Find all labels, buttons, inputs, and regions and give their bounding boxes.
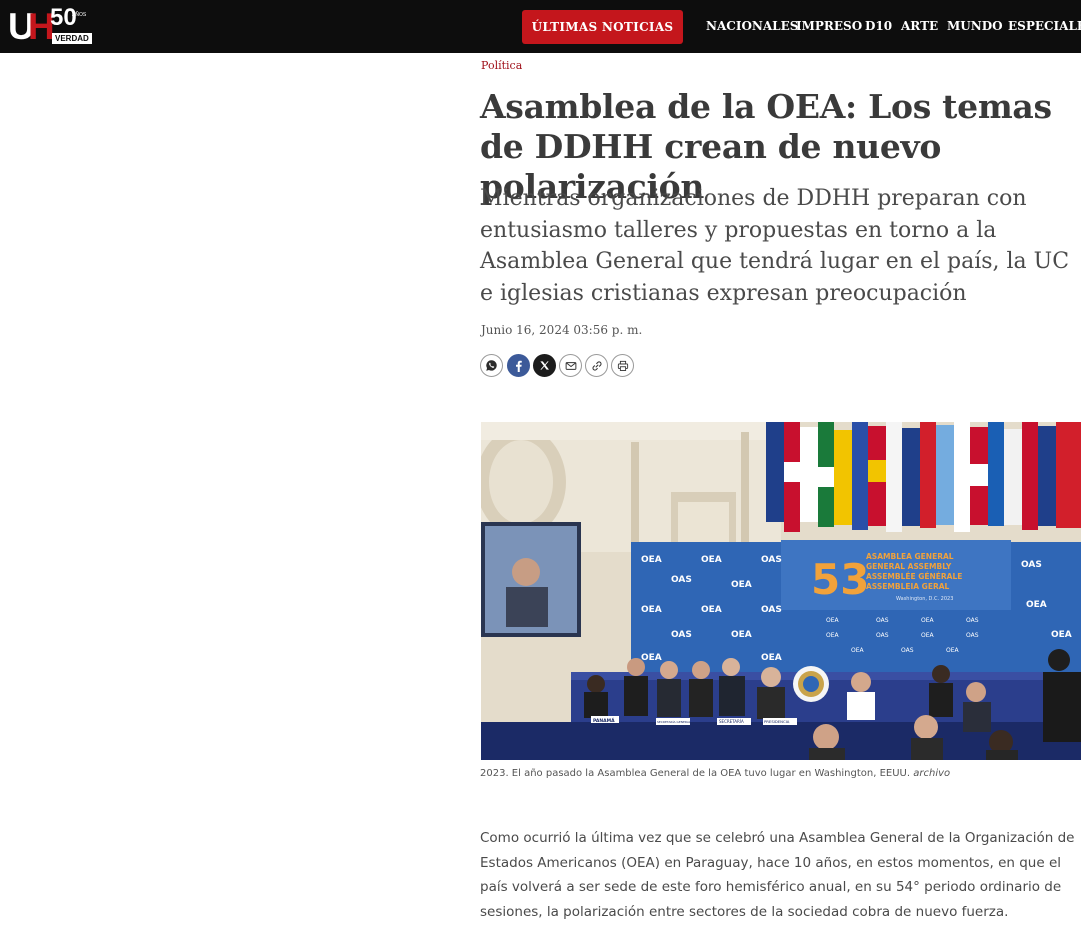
svg-text:OEA: OEA (641, 555, 662, 565)
svg-text:OAS: OAS (1021, 560, 1042, 570)
svg-text:OAS: OAS (966, 632, 979, 639)
svg-text:OEA: OEA (826, 617, 840, 624)
link-icon (592, 360, 601, 371)
logo-anniversary-number: 50 (50, 4, 77, 31)
svg-text:OEA: OEA (921, 617, 935, 624)
svg-text:OAS: OAS (761, 605, 782, 615)
article-subtitle: Mientras organizaciones de DDHH preparan… (480, 186, 1070, 306)
flags-row (766, 422, 1081, 532)
x-share-button[interactable] (533, 354, 556, 377)
assembly-photo-illustration: 53 ASAMBLEA GENERAL GENERAL ASSEMBLY ASS… (481, 422, 1081, 760)
svg-text:OEA: OEA (1051, 630, 1072, 640)
assembly-number: 53 (811, 555, 869, 604)
banner-line-1: ASAMBLEA GENERAL (866, 552, 954, 561)
svg-text:OEA: OEA (731, 580, 752, 590)
nav-item-mundo[interactable]: MUNDO (947, 18, 1003, 34)
svg-text:OAS: OAS (671, 575, 692, 585)
svg-text:OEA: OEA (826, 632, 840, 639)
svg-text:OEA: OEA (851, 647, 865, 654)
print-icon (617, 360, 628, 371)
whatsapp-icon (486, 360, 497, 371)
svg-text:OAS: OAS (966, 617, 979, 624)
svg-text:OEA: OEA (641, 605, 662, 615)
svg-text:OEA: OEA (1026, 600, 1047, 610)
article-photo[interactable]: 53 ASAMBLEA GENERAL GENERAL ASSEMBLY ASS… (481, 422, 1081, 760)
print-button[interactable] (611, 354, 634, 377)
whatsapp-share-button[interactable] (480, 354, 503, 377)
x-icon (540, 361, 549, 370)
nav-item-nacionales[interactable]: NACIONALES (706, 18, 798, 34)
nav-item-impreso[interactable]: IMPRESO (796, 18, 862, 34)
latest-news-button[interactable]: ÚLTIMAS NOTICIAS (522, 10, 683, 44)
article-category-link[interactable]: Política (481, 59, 522, 72)
article-body-paragraph: Como ocurrió la última vez que se celebr… (480, 830, 1075, 920)
svg-text:OEA: OEA (701, 605, 722, 615)
nav-item-d10[interactable]: D10 (865, 18, 892, 34)
nameplate-panama: PANAMÁ (593, 717, 615, 724)
site-logo[interactable]: U H 50 AÑOS VERDAD (8, 4, 92, 48)
svg-text:OEA: OEA (731, 630, 752, 640)
article-date: Junio 16, 2024 03:56 p. m. (481, 323, 643, 337)
svg-text:OEA: OEA (921, 632, 935, 639)
svg-text:OAS: OAS (876, 617, 889, 624)
facebook-icon (515, 360, 522, 372)
banner-place: Washington, D.C. 2023 (896, 596, 953, 602)
mail-icon (565, 361, 576, 370)
svg-text:OEA: OEA (641, 653, 662, 663)
nameplate-presidencia: PRESIDENCIA (764, 719, 790, 724)
logo-anniversary-word: AÑOS (72, 12, 87, 18)
svg-text:OAS: OAS (761, 555, 782, 565)
svg-text:OEA: OEA (761, 653, 782, 663)
logo-tagline: VERDAD (52, 33, 92, 44)
nameplate-secretaria-general: SECRETARÍA GENERAL (657, 719, 691, 724)
svg-text:OEA: OEA (701, 555, 722, 565)
banner-line-2: GENERAL ASSEMBLY (866, 562, 952, 571)
copy-link-button[interactable] (585, 354, 608, 377)
banner-line-4: ASSEMBLEIA GERAL (866, 582, 950, 591)
banner-line-3: ASSEMBLÉE GÉNÉRALE (866, 572, 962, 581)
svg-text:OAS: OAS (671, 630, 692, 640)
svg-text:OAS: OAS (876, 632, 889, 639)
photo-caption: 2023. El año pasado la Asamblea General … (480, 768, 950, 779)
nav-item-especiales[interactable]: ESPECIALES (1008, 18, 1081, 34)
svg-text:OEA: OEA (946, 647, 960, 654)
nav-item-arte[interactable]: ARTE (901, 18, 938, 34)
svg-text:OAS: OAS (901, 647, 914, 654)
nameplate-secretaria: SECRETARÍA (719, 719, 744, 724)
photo-credit: archivo (913, 768, 951, 779)
email-share-button[interactable] (559, 354, 582, 377)
photo-caption-text: 2023. El año pasado la Asamblea General … (480, 768, 911, 779)
site-header: U H 50 AÑOS VERDAD ÚLTIMAS NOTICIAS NACI… (0, 0, 1081, 53)
facebook-share-button[interactable] (507, 354, 530, 377)
